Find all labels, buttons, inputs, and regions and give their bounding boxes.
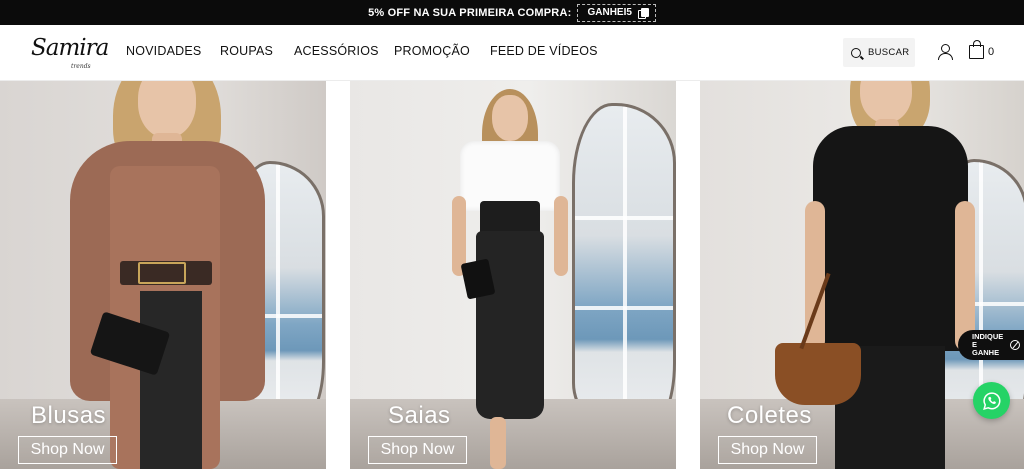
- shop-now-button[interactable]: Shop Now: [368, 436, 467, 464]
- promo-bar: 5% OFF NA SUA PRIMEIRA COMPRA: GANHEI5: [0, 0, 1024, 25]
- user-icon[interactable]: [938, 44, 953, 60]
- promo-code-button[interactable]: GANHEI5: [577, 3, 656, 22]
- nav-item-roupas[interactable]: ROUPAS: [220, 44, 273, 58]
- banner-title: Saias: [388, 402, 451, 429]
- search-label: BUSCAR: [868, 47, 910, 58]
- cart-count: 0: [988, 46, 995, 58]
- indique-label: INDIQUE E GANHE: [972, 333, 1006, 357]
- shop-now-button[interactable]: Shop Now: [18, 436, 117, 464]
- search-button[interactable]: BUSCAR: [843, 38, 915, 67]
- search-icon: [851, 47, 861, 58]
- indique-e-ganhe-button[interactable]: INDIQUE E GANHE: [958, 330, 1024, 360]
- nav-item-feed-de-videos[interactable]: FEED DE VÍDEOS: [490, 44, 598, 58]
- nav-item-promocao[interactable]: PROMOÇÃO: [394, 44, 470, 58]
- mirror-image: [572, 103, 676, 433]
- nav-item-acessorios[interactable]: ACESSÓRIOS: [294, 44, 379, 58]
- category-banner-saias[interactable]: Saias Shop Now: [350, 81, 676, 469]
- logo-main-text: Samira: [31, 35, 109, 61]
- banner-title: Blusas: [31, 402, 107, 429]
- cart-icon[interactable]: [969, 40, 984, 59]
- category-banner-blusas[interactable]: Blusas Shop Now: [0, 81, 326, 469]
- copy-icon: [637, 8, 649, 19]
- promo-text: 5% OFF NA SUA PRIMEIRA COMPRA:: [368, 6, 572, 19]
- site-header: Samira trends NOVIDADES ROUPAS ACESSÓRIO…: [0, 25, 1024, 81]
- promo-code-label: GANHEI5: [587, 7, 632, 18]
- logo-sub-text: trends: [71, 63, 91, 70]
- logo[interactable]: Samira trends: [31, 34, 109, 74]
- indique-line2: E GANHE: [972, 340, 1000, 357]
- whatsapp-icon: [982, 391, 1000, 410]
- percent-icon: [1010, 340, 1020, 350]
- shop-now-button[interactable]: Shop Now: [718, 436, 817, 464]
- nav-item-novidades[interactable]: NOVIDADES: [126, 44, 201, 58]
- whatsapp-button[interactable]: [973, 382, 1010, 419]
